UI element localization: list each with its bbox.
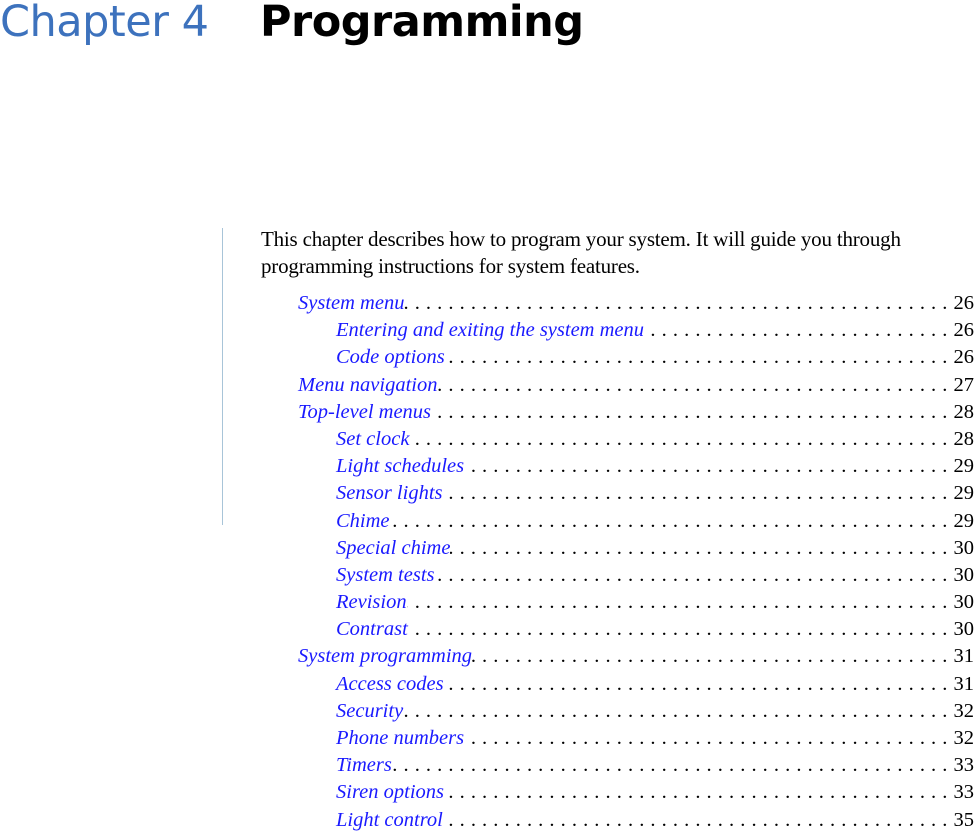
toc-page-number: 27 xyxy=(954,372,974,399)
dot-leader: ........................................… xyxy=(450,535,953,562)
toc-entry[interactable]: Siren options...........................… xyxy=(0,779,974,806)
toc-entry[interactable]: Sensor lights...........................… xyxy=(0,480,974,507)
toc-entry-link[interactable]: System menu xyxy=(298,290,404,317)
toc-page-number: 26 xyxy=(954,344,974,371)
toc-entry[interactable]: Top-level menus.........................… xyxy=(0,399,974,426)
toc-entry[interactable]: Access codes............................… xyxy=(0,671,974,698)
toc-entry[interactable]: Revision................................… xyxy=(0,589,974,616)
toc-entry-link[interactable]: Revision xyxy=(336,589,407,616)
toc-entry-link[interactable]: Code options xyxy=(336,344,445,371)
dot-leader: ........................................… xyxy=(438,372,954,399)
dot-leader: ........................................… xyxy=(444,671,954,698)
toc-page-number: 30 xyxy=(954,535,974,562)
toc-page-number: 32 xyxy=(954,698,974,725)
toc-entry[interactable]: System programming......................… xyxy=(0,643,974,670)
chapter-number: Chapter 4 xyxy=(0,0,208,50)
toc-entry[interactable]: Contrast................................… xyxy=(0,616,974,643)
toc-entry[interactable]: Chime...................................… xyxy=(0,508,974,535)
toc-entry-link[interactable]: Top-level menus xyxy=(298,399,431,426)
toc-entry-link[interactable]: System programming xyxy=(298,643,472,670)
toc-page-number: 31 xyxy=(954,643,974,670)
toc-entry-link[interactable]: Siren options xyxy=(336,779,444,806)
dot-leader: ........................................… xyxy=(464,453,953,480)
toc-entry-link[interactable]: System tests xyxy=(336,562,435,589)
toc-entry-link[interactable]: Phone numbers xyxy=(336,725,464,752)
dot-leader: ........................................… xyxy=(407,589,954,616)
toc-page-number: 32 xyxy=(954,725,974,752)
toc-entry-link[interactable]: Set clock xyxy=(336,426,409,453)
toc-entry[interactable]: Entering and exiting the system menu....… xyxy=(0,317,974,344)
toc-entry[interactable]: Security................................… xyxy=(0,698,974,725)
dot-leader: ........................................… xyxy=(408,616,954,643)
toc-entry-link[interactable]: Special chime xyxy=(336,535,450,562)
toc-page-number: 29 xyxy=(954,480,974,507)
toc-entry-link[interactable]: Chime xyxy=(336,508,390,535)
toc-entry[interactable]: Light schedules.........................… xyxy=(0,453,974,480)
dot-leader: ........................................… xyxy=(464,725,953,752)
toc-entry-link[interactable]: Entering and exiting the system menu xyxy=(336,317,644,344)
toc-page-number: 28 xyxy=(954,399,974,426)
dot-leader: ........................................… xyxy=(403,698,953,725)
toc-page-number: 28 xyxy=(954,426,974,453)
toc-entry-link[interactable]: Security xyxy=(336,698,403,725)
toc-page-number: 30 xyxy=(954,562,974,589)
toc-entry[interactable]: Code options............................… xyxy=(0,344,974,371)
dot-leader: ........................................… xyxy=(390,508,954,535)
dot-leader: ........................................… xyxy=(435,562,954,589)
dot-leader: ........................................… xyxy=(409,426,953,453)
toc-entry-link[interactable]: Sensor lights xyxy=(336,480,443,507)
dot-leader: ........................................… xyxy=(431,399,953,426)
toc-entry[interactable]: Set clock...............................… xyxy=(0,426,974,453)
table-of-contents: System menu.............................… xyxy=(0,290,974,834)
toc-page-number: 29 xyxy=(954,453,974,480)
toc-page-number: 30 xyxy=(954,616,974,643)
toc-entry-link[interactable]: Contrast xyxy=(336,616,408,643)
toc-entry[interactable]: Phone numbers...........................… xyxy=(0,725,974,752)
toc-entry-link[interactable]: Light schedules xyxy=(336,453,464,480)
dot-leader: ........................................… xyxy=(472,643,953,670)
dot-leader: ........................................… xyxy=(644,317,953,344)
intro-paragraph: This chapter describes how to program yo… xyxy=(261,226,974,280)
dot-leader: ........................................… xyxy=(392,752,954,779)
toc-entry-link[interactable]: Timers xyxy=(336,752,392,779)
toc-page-number: 30 xyxy=(954,589,974,616)
toc-page-number: 33 xyxy=(954,752,974,779)
toc-entry-link[interactable]: Menu navigation xyxy=(298,372,438,399)
toc-page-number: 26 xyxy=(954,290,974,317)
dot-leader: ........................................… xyxy=(444,779,953,806)
toc-entry-link[interactable]: Access codes xyxy=(336,671,444,698)
toc-entry[interactable]: Timers..................................… xyxy=(0,752,974,779)
toc-page-number: 31 xyxy=(954,671,974,698)
toc-page-number: 33 xyxy=(954,779,974,806)
dot-leader: ........................................… xyxy=(445,344,954,371)
dot-leader: ........................................… xyxy=(443,480,954,507)
toc-entry[interactable]: System tests............................… xyxy=(0,562,974,589)
dot-leader: ........................................… xyxy=(404,290,953,317)
toc-page-number: 29 xyxy=(954,508,974,535)
chapter-title: Programming xyxy=(260,0,584,50)
toc-entry[interactable]: Special chime...........................… xyxy=(0,535,974,562)
toc-entry[interactable]: System menu.............................… xyxy=(0,290,974,317)
toc-entry[interactable]: Menu navigation.........................… xyxy=(0,372,974,399)
toc-page-number: 26 xyxy=(954,317,974,344)
